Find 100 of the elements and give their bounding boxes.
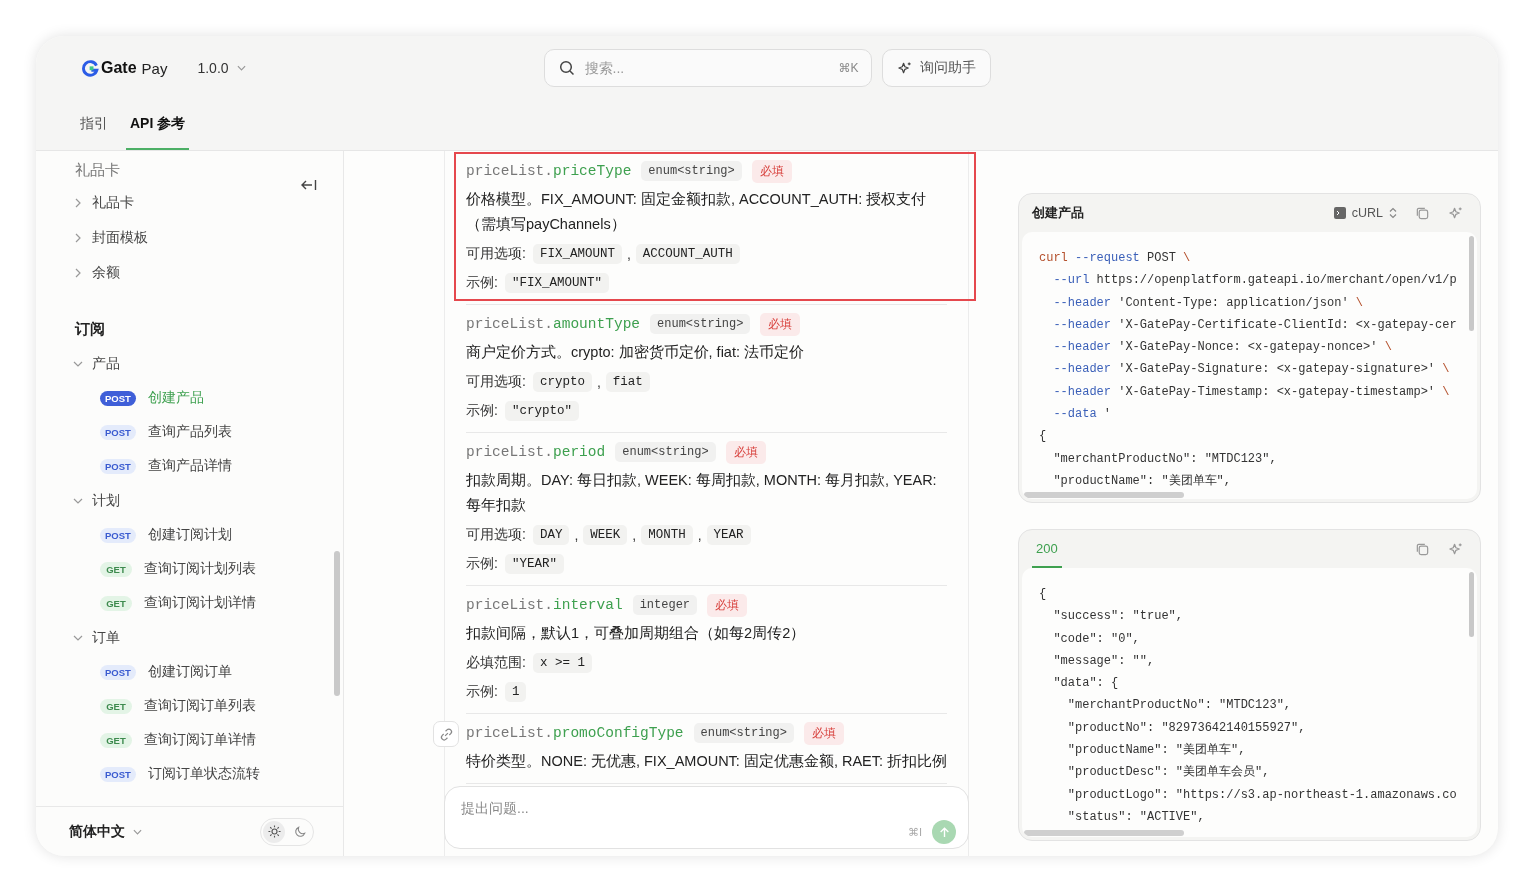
value-chip: YEAR: [706, 524, 751, 545]
collapse-sidebar-icon[interactable]: [301, 179, 317, 191]
nav-tab[interactable]: 指引: [76, 100, 112, 150]
param-description: 价格模型。FIX_AMOUNT: 固定金额扣款, ACCOUNT_AUTH: 授权支付（需填写payChannels）: [466, 190, 928, 234]
chevron-icon: [75, 232, 81, 243]
value-chip: FIX_AMOUNT: [532, 243, 622, 264]
shortcut-hint: ⌘K: [838, 61, 859, 75]
code-line: "data": {: [1052, 675, 1120, 693]
code-line: --header 'X-GatePay-Nonce: <x-gatepay-nonce>' \: [1052, 339, 1393, 357]
endpoint-link[interactable]: 查询产品列表: [147, 423, 232, 441]
value-chip: ACCOUNT_AUTH: [635, 243, 740, 264]
value-chip: crypto: [532, 371, 592, 392]
search-field[interactable]: 搜索... ⌘K: [543, 49, 872, 87]
group-toggle[interactable]: 计划: [75, 483, 120, 518]
field-label: 示例:: [466, 682, 498, 701]
code-line: "message": "",: [1052, 652, 1156, 670]
code-line: "success": "true",: [1052, 608, 1185, 626]
param-name: priceList.interval: [466, 597, 623, 613]
caret-icon: [236, 65, 246, 71]
scrollbar[interactable]: [1469, 572, 1474, 637]
endpoint-link[interactable]: 查询订阅计划详情: [144, 594, 256, 612]
separator: ,: [574, 526, 579, 543]
anchor-link-button[interactable]: [433, 721, 459, 747]
version-selector[interactable]: 1.0.0: [197, 60, 246, 76]
separator: ,: [596, 373, 601, 390]
logo-wordmark: Gate: [101, 59, 137, 77]
sparkle-icon[interactable]: [1448, 205, 1463, 221]
method-badge: GET: [100, 698, 132, 714]
code-line: {: [1039, 428, 1048, 446]
code-line: "merchantProductNo": "MTDC123",: [1066, 697, 1293, 715]
question-input[interactable]: 提出问题...: [459, 799, 956, 817]
param-description: 商户定价方式。crypto: 加密货币定价, fiat: 法币定价: [466, 343, 805, 362]
value-chip: MONTH: [641, 524, 693, 545]
method-badge: GET: [100, 595, 132, 611]
sparkle-icon[interactable]: [1448, 541, 1463, 557]
param-name: priceList.amountType: [466, 316, 641, 332]
endpoint-link[interactable]: 创建订阅计划: [147, 526, 232, 544]
language-selector[interactable]: 简体中文: [69, 822, 142, 841]
method-badge: POST: [100, 458, 136, 474]
code-line: --header 'Content-Type: application/json' \: [1052, 294, 1365, 312]
link-icon: [438, 726, 454, 742]
scrollbar[interactable]: [1469, 236, 1474, 331]
code-line: --data ': [1052, 406, 1112, 424]
value-chip: "YEAR": [504, 553, 564, 574]
copy-icon[interactable]: [1415, 541, 1430, 557]
search-input[interactable]: 搜索...: [582, 59, 831, 77]
endpoint-link[interactable]: 查询订阅订单列表: [144, 697, 256, 715]
separator: ,: [626, 245, 631, 262]
type-tag: enum<string>: [615, 442, 716, 462]
chevron-icon: [75, 197, 81, 208]
logo-icon: [82, 59, 99, 77]
endpoint-link[interactable]: 查询产品详情: [147, 457, 232, 475]
endpoint-link[interactable]: 订阅订单状态流转: [147, 765, 260, 783]
field-label: 示例:: [466, 273, 498, 292]
card-title: 创建产品: [1032, 204, 1084, 222]
group-toggle[interactable]: 订单: [75, 620, 120, 655]
group-toggle[interactable]: 礼品卡: [75, 185, 134, 220]
required-tag: 必填: [751, 159, 792, 183]
field-label: 可用选项:: [466, 525, 526, 544]
param-description: 扣款间隔，默认1，可叠加周期组合（如每2周传2）: [466, 624, 807, 643]
param-name: priceList.period: [466, 444, 606, 460]
value-chip: 1: [504, 681, 527, 702]
field-label: 必填范围:: [466, 653, 526, 672]
endpoint-link[interactable]: 查询订阅计划列表: [144, 560, 256, 578]
search-icon: [558, 60, 575, 76]
group-toggle[interactable]: 封面模板: [75, 220, 148, 255]
copy-icon[interactable]: [1415, 205, 1430, 221]
light-theme-button[interactable]: [263, 820, 285, 843]
code-line: --header 'X-GatePay-Certificate-ClientId: <x-gatepay-cer: [1052, 316, 1458, 334]
endpoint-link[interactable]: 创建订阅订单: [147, 663, 232, 681]
code-line: curl --request POST \: [1039, 250, 1192, 267]
send-button[interactable]: [932, 820, 956, 844]
arrow-up-icon: [938, 826, 950, 838]
shortcut-hint: ⌘I: [907, 825, 922, 839]
terminal-icon: [1333, 207, 1346, 219]
ask-assistant-button[interactable]: 询问助手: [881, 49, 991, 87]
code-line: "productLogo": "https://s3.ap-northeast-1.amazonaws.co: [1066, 786, 1458, 804]
required-tag: 必填: [725, 440, 766, 464]
endpoint-link[interactable]: 查询订阅订单详情: [144, 731, 256, 749]
code-line: --url https://openplatform.gateapi.io/merchant/open/v1/p: [1052, 272, 1458, 290]
separator: ,: [697, 526, 702, 543]
method-badge: POST: [100, 664, 136, 680]
language-selector[interactable]: cURL: [1333, 206, 1397, 220]
field-label: 示例:: [466, 554, 498, 573]
group-toggle[interactable]: 余额: [75, 255, 120, 290]
scrollbar[interactable]: [1024, 830, 1184, 836]
field-label: 可用选项:: [466, 372, 526, 391]
scrollbar[interactable]: [334, 551, 340, 696]
method-badge: POST: [100, 390, 136, 406]
moon-icon: [293, 825, 307, 838]
chevron-icon: [75, 267, 81, 278]
method-badge: GET: [100, 561, 132, 577]
group-toggle[interactable]: 产品: [75, 346, 120, 381]
type-tag: enum<string>: [693, 723, 794, 743]
chevron-icon: [73, 497, 83, 504]
scrollbar[interactable]: [1024, 492, 1184, 498]
code-line: "status": "ACTIVE",: [1066, 808, 1206, 826]
method-badge: GET: [100, 732, 132, 748]
separator: ,: [632, 526, 637, 543]
param-name: priceList.promoConfigType: [466, 725, 684, 741]
